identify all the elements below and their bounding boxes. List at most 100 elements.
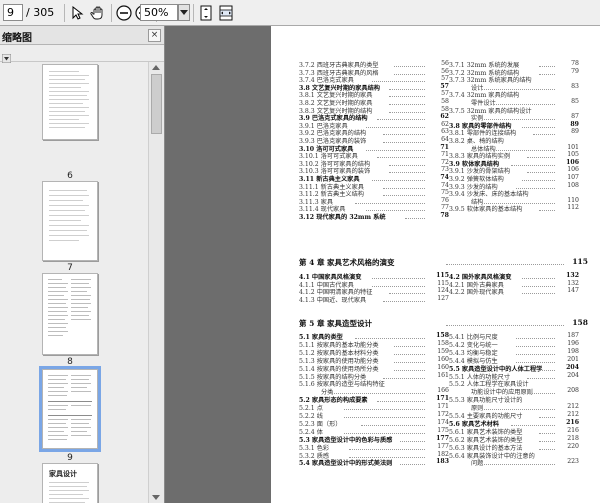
options-menu-icon[interactable] (1, 48, 12, 64)
select-arrow-icon[interactable] (68, 4, 86, 22)
thumbnail-label: 6 (67, 171, 73, 181)
toc-entry-page: 223 (567, 458, 579, 466)
toc-entry-page: 171 (437, 403, 449, 411)
toc-entry-page: 57 (441, 75, 449, 83)
toc-entry-page: 124 (437, 287, 449, 295)
toc-entry-page: 201 (567, 355, 579, 363)
toc-leader-dots (383, 377, 425, 380)
toc-leader-dots (516, 345, 555, 348)
toc-leader-dots (446, 264, 564, 266)
toc-leader-dots (516, 338, 555, 340)
chapter-heading: 第 5 章 家具造型设计 (299, 319, 373, 328)
toc-entry-page: 161 (437, 371, 449, 379)
fit-page-icon[interactable] (197, 4, 215, 22)
toc-entry-page: 208 (567, 387, 579, 395)
toc-entry-page: 57 (441, 90, 449, 98)
toc-leader-dots (377, 157, 425, 159)
toolbar-divider (64, 4, 65, 22)
toc-entry-page: 212 (567, 411, 579, 418)
toc-entry-page: 182 (437, 450, 449, 458)
toc-entry-page: 72 (441, 158, 449, 166)
toc-entry-page: 62 (441, 120, 449, 128)
toc-leader-dots (538, 448, 555, 451)
toc-entry-page: 105 (567, 151, 579, 159)
toc-leader-dots (539, 66, 555, 68)
thumbnail-scrollbar[interactable] (148, 62, 164, 503)
toc-leader-dots (510, 164, 555, 167)
toc-entry-page: 175 (437, 426, 449, 434)
toc-leader-dots (521, 126, 555, 129)
toc-leader-dots (366, 126, 425, 129)
toc-leader-dots (539, 73, 555, 76)
toc-entry-title: 5.4 家具造型设计中的形式美法则 (299, 460, 393, 468)
toc-entry-title: 4.1.3 中国近、现代家具 (299, 296, 367, 304)
toc-entry-page: 110 (567, 196, 579, 204)
toc-entry-page: 160 (437, 363, 449, 371)
zoom-out-icon[interactable] (115, 4, 133, 22)
toc-leader-dots (388, 164, 425, 167)
page-thumbnail-9[interactable] (39, 366, 101, 452)
close-panel-icon[interactable]: × (148, 29, 161, 42)
hand-tool-icon[interactable] (89, 4, 107, 22)
toolbar-divider (111, 4, 112, 22)
page-thumbnail-8[interactable] (42, 273, 98, 355)
toc-leader-dots (383, 187, 425, 190)
toc-leader-dots (527, 157, 555, 159)
zoom-dropdown-button[interactable] (178, 4, 190, 21)
toc-entry-page: 64 (441, 136, 449, 143)
toc-leader-dots (394, 345, 425, 348)
toc-leader-dots (521, 278, 555, 280)
toc-leader-dots (538, 417, 555, 419)
thumbnail-label: 8 (67, 357, 73, 367)
toc-entry-page: 75 (441, 189, 449, 197)
scrollbar-thumb[interactable] (151, 74, 162, 134)
toc-entry-title: 3.7.5 32mm 家具的结构设计 (449, 107, 532, 115)
toc-entry-title: 5.6.4 家具装饰设计中的注意的 (449, 452, 535, 460)
toc-entry-page: 183 (436, 458, 449, 466)
toc-leader-dots (377, 401, 425, 403)
toc-entry-page: 56 (441, 60, 449, 67)
panel-splitter[interactable] (147, 260, 149, 300)
toc-leader-dots (383, 142, 425, 144)
toc-entry-page: 71 (441, 151, 449, 159)
toc-entry-page: 198 (567, 347, 579, 355)
zoom-value: 50% (144, 6, 169, 19)
toolbar: 9 / 305 50% (0, 0, 600, 26)
page-total: / 305 (26, 6, 55, 19)
page-thumbnail-7[interactable] (42, 181, 98, 261)
toc-entry-page: 77 (441, 204, 449, 212)
toc-entry-page: 85 (571, 98, 579, 105)
chapter-page: 115 (572, 257, 588, 266)
toc-entry-page: 58 (441, 105, 449, 113)
toc-leader-dots (394, 353, 425, 356)
chapter-page: 158 (572, 318, 588, 327)
toc-entry-page: 115 (437, 279, 449, 287)
toc-leader-dots (394, 369, 425, 372)
toc-entry-page: 79 (571, 67, 579, 75)
fit-width-icon[interactable] (217, 4, 235, 22)
thumbnail-list: 6 7 8 9 家具设计 (0, 62, 148, 503)
toc-leader-dots (516, 353, 555, 356)
toc-entry-title: 3.9.4 沙发床、床的基本结构 (449, 191, 529, 199)
toc-entry-page: 107 (567, 174, 579, 181)
page-thumbnail-6[interactable] (42, 64, 98, 140)
toc-leader-dots (383, 300, 425, 303)
scroll-down-icon[interactable] (152, 495, 160, 500)
toc-entry-page: 159 (437, 347, 449, 355)
toc-leader-dots (533, 134, 555, 136)
toc-leader-dots (521, 285, 555, 288)
toc-leader-dots (371, 285, 425, 288)
toc-entry-page: 204 (566, 363, 579, 371)
scroll-up-icon[interactable] (152, 65, 160, 70)
toc-entry-page: 89 (571, 128, 579, 136)
toc-entry-page: 112 (567, 204, 579, 212)
toc-leader-dots (399, 464, 425, 466)
page-thumbnail-10[interactable]: 家具设计 (42, 463, 98, 503)
zoom-select[interactable]: 50% (140, 4, 178, 21)
toc-entry-page: 63 (441, 128, 449, 136)
page-number-input[interactable]: 9 (3, 4, 23, 21)
toc-entry-page: 171 (436, 395, 449, 403)
toc-leader-dots (377, 119, 425, 121)
toc-leader-dots (371, 278, 425, 280)
toc-entry-page: 106 (566, 158, 579, 166)
